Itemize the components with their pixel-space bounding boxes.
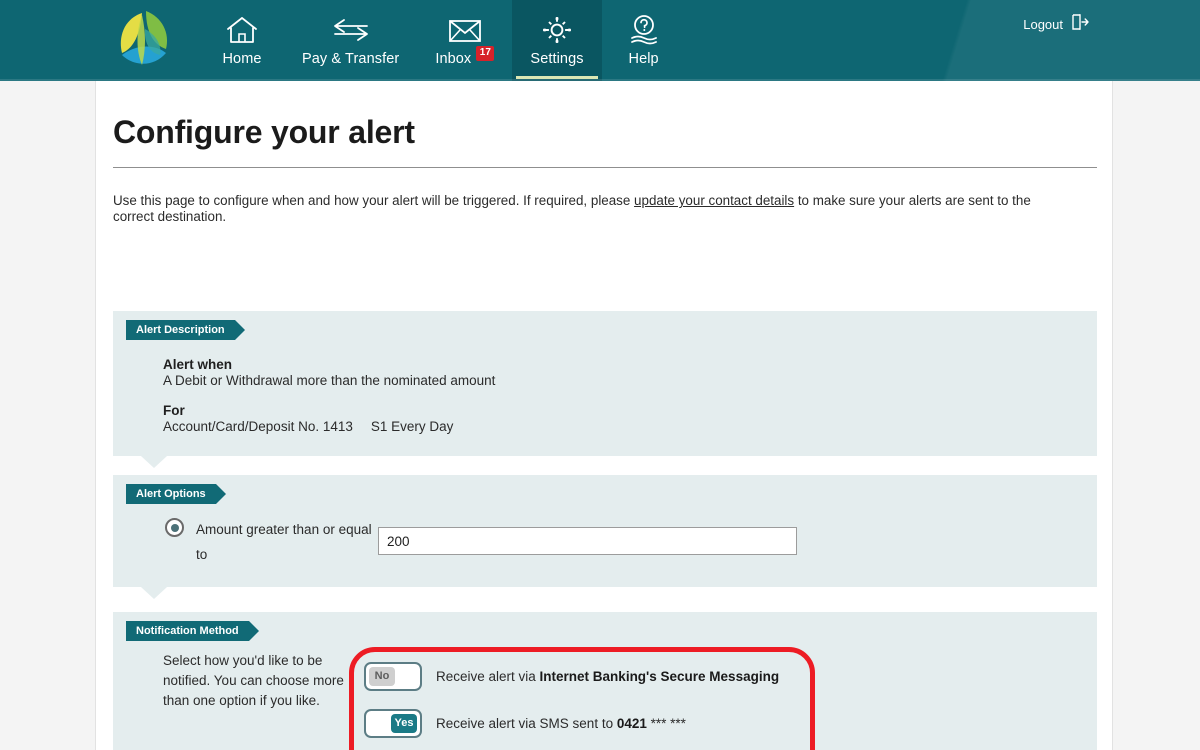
- nav-item-settings[interactable]: Settings: [512, 0, 602, 81]
- alert-description-tag: Alert Description: [126, 320, 245, 340]
- main-nav: Home Pay & Transfer Inbox 17 Settings He…: [200, 0, 686, 81]
- nav-label-pay-transfer: Pay & Transfer: [302, 51, 400, 67]
- question-hand-icon: [626, 12, 662, 48]
- bank-petal-logo[interactable]: [112, 9, 176, 71]
- page-title: Configure your alert: [113, 114, 415, 150]
- amount-threshold-label: Amount greater than or equal to: [196, 522, 372, 562]
- notification-label-sms: Receive alert via SMS sent to 0421 *** *…: [436, 716, 686, 731]
- toggle-state-label: Yes: [391, 714, 417, 733]
- right-gutter: [1113, 81, 1200, 750]
- alert-account-number: Account/Card/Deposit No. 1413: [163, 419, 353, 434]
- panel-tail: [141, 456, 167, 468]
- nav-label-help: Help: [628, 51, 659, 67]
- toggle-state-label: No: [369, 667, 395, 686]
- house-icon: [225, 12, 259, 48]
- intro-text-before: Use this page to configure when and how …: [113, 193, 635, 209]
- notification-label-secure-messaging: Receive alert via Internet Banking's Sec…: [436, 669, 779, 684]
- alert-description-panel: Alert Description Alert when A Debit or …: [113, 311, 1097, 468]
- logout-door-icon: [1070, 13, 1090, 36]
- inbox-unread-badge: 17: [476, 45, 495, 62]
- nav-item-help[interactable]: Help: [602, 0, 686, 81]
- panel-tail: [141, 587, 167, 599]
- header-sheen-decoration: [780, 0, 1200, 81]
- notification-help-text: Select how you'd like to be notified. Yo…: [163, 653, 344, 708]
- notification-method-tag: Notification Method: [126, 621, 259, 641]
- nav-label-settings: Settings: [530, 51, 584, 67]
- notification-row-sms: Yes Receive alert via SMS sent to 0421 *…: [364, 709, 686, 738]
- nav-label-home: Home: [222, 51, 262, 67]
- gear-icon: [540, 12, 574, 48]
- label-bold: Internet Banking's Secure Messaging: [539, 669, 780, 684]
- alert-for-label: For: [163, 403, 185, 418]
- logout-button[interactable]: Logout: [1023, 13, 1090, 36]
- label-plain: Receive alert via: [436, 669, 540, 684]
- amount-threshold-radio[interactable]: [165, 518, 184, 537]
- amount-input[interactable]: [378, 527, 797, 555]
- logout-label: Logout: [1023, 17, 1063, 32]
- alert-schedule: S1 Every Day: [370, 419, 454, 434]
- title-divider: [113, 167, 1097, 168]
- page-content-card: Configure your alert Use this page to co…: [95, 81, 1113, 750]
- label-plain: Receive alert via SMS sent to: [436, 716, 617, 731]
- alert-options-tag: Alert Options: [126, 484, 226, 504]
- toggle-secure-messaging[interactable]: No: [364, 662, 422, 691]
- nav-item-inbox[interactable]: Inbox 17: [417, 0, 512, 81]
- label-bold: 0421: [616, 716, 647, 731]
- alert-options-panel: Alert Options Amount greater than or equ…: [113, 475, 1097, 599]
- nav-label-inbox: Inbox: [435, 51, 472, 67]
- app-header: Home Pay & Transfer Inbox 17 Settings He…: [0, 0, 1200, 81]
- alert-when-value: A Debit or Withdrawal more than the nomi…: [163, 373, 496, 388]
- alert-when-label: Alert when: [163, 357, 233, 372]
- left-gutter: [0, 81, 95, 750]
- envelope-icon: [446, 12, 484, 48]
- intro-paragraph: Use this page to configure when and how …: [113, 193, 1073, 224]
- notification-method-panel: Notification Method Select how you'd lik…: [113, 612, 1097, 750]
- update-contact-details-link[interactable]: update your contact details: [634, 193, 794, 208]
- label-tail: *** ***: [646, 716, 686, 731]
- notification-row-secure-messaging: No Receive alert via Internet Banking's …: [364, 662, 779, 691]
- transfer-arrows-icon: [330, 12, 372, 48]
- nav-item-home[interactable]: Home: [200, 0, 284, 81]
- alert-for-value: Account/Card/Deposit No. 1413 S1 Every D…: [163, 419, 453, 434]
- toggle-sms[interactable]: Yes: [364, 709, 422, 738]
- nav-item-pay-transfer[interactable]: Pay & Transfer: [284, 0, 417, 81]
